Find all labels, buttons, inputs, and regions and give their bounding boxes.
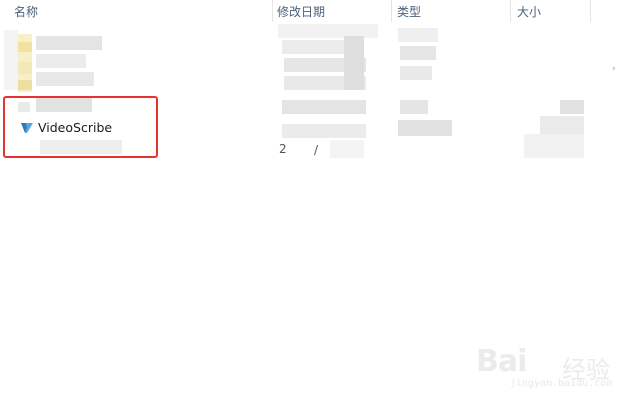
blurred-size xyxy=(560,100,584,114)
blurred-date xyxy=(344,36,364,90)
blurred-file-name xyxy=(36,72,94,86)
blurred-block xyxy=(4,30,18,90)
column-header-name[interactable]: 名称 xyxy=(14,0,38,22)
highlight-annotation-box xyxy=(3,96,158,158)
column-divider[interactable] xyxy=(391,0,392,22)
sort-ascending-icon: ^ xyxy=(136,0,143,5)
blurred-file-name xyxy=(36,54,86,68)
column-header-bar: 名称 ^ 修改日期 类型 大小 xyxy=(0,0,623,22)
column-divider[interactable] xyxy=(272,0,273,22)
scroll-right-icon[interactable]: › xyxy=(612,64,616,74)
blurred-type xyxy=(398,120,452,136)
blurred-type xyxy=(400,46,436,60)
blurred-date xyxy=(330,140,364,158)
blurred-type xyxy=(400,100,428,114)
blurred-folder-icon xyxy=(18,42,32,52)
column-header-modified[interactable]: 修改日期 xyxy=(277,0,325,22)
watermark: Bai 经验 jingyan.baidu.com xyxy=(476,344,616,396)
blurred-date xyxy=(282,100,366,114)
blurred-file-name xyxy=(36,36,102,50)
watermark-logo: Bai xyxy=(476,344,527,379)
partial-type-text: / xyxy=(314,143,319,157)
blurred-folder-icon xyxy=(18,62,32,74)
blurred-type xyxy=(400,66,432,80)
partial-date-text: 2 xyxy=(279,142,287,156)
blurred-folder-icon xyxy=(18,80,32,90)
blurred-size xyxy=(540,116,584,136)
blurred-type xyxy=(398,28,438,42)
column-divider[interactable] xyxy=(510,0,511,22)
blurred-size xyxy=(524,134,584,158)
watermark-url: jingyan.baidu.com xyxy=(510,378,613,389)
blurred-date xyxy=(282,124,366,138)
column-header-type[interactable]: 类型 xyxy=(397,0,421,22)
column-divider[interactable] xyxy=(590,0,591,22)
column-header-size[interactable]: 大小 xyxy=(517,0,541,22)
